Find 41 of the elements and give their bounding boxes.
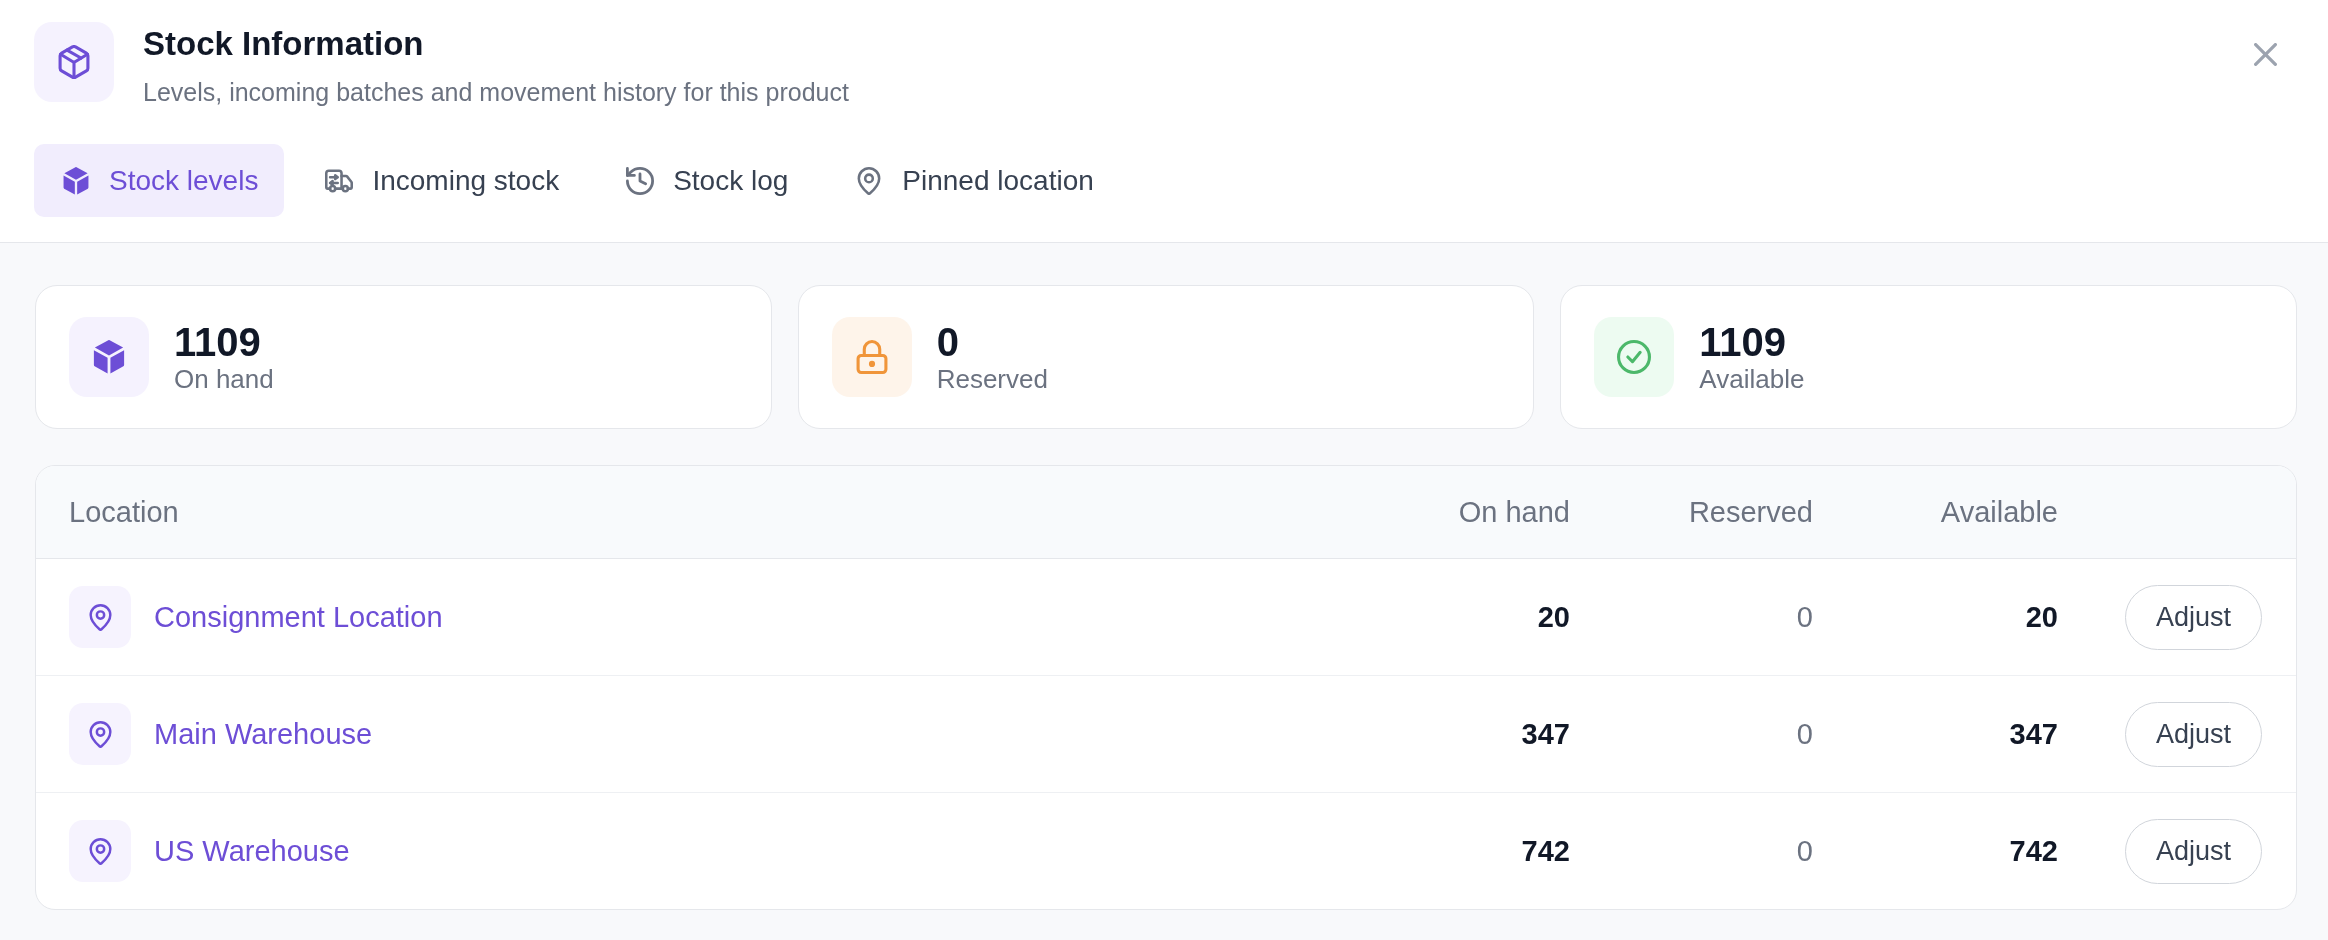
table-cell: 347 — [1521, 717, 1570, 751]
table-cell: 20 — [1537, 600, 1570, 634]
table-cell: 742 — [1521, 834, 1570, 868]
table-cell: 20 — [2025, 600, 2058, 634]
stat-label: Available — [1699, 364, 1805, 394]
tab[interactable]: Stock levels — [34, 144, 285, 217]
location-link[interactable]: Consignment Location — [154, 600, 443, 634]
location-link[interactable]: US Warehouse — [154, 834, 350, 868]
close-button[interactable] — [2254, 43, 2277, 66]
tab[interactable]: Pinned location — [827, 144, 1120, 217]
stat-value: 1109 — [1699, 320, 1788, 364]
table-cell: 0 — [1796, 600, 1813, 634]
table-cell: 347 — [2009, 717, 2058, 751]
adjust-button[interactable]: Adjust — [2125, 701, 2262, 767]
location-link[interactable]: Main Warehouse — [154, 717, 373, 751]
dialog-title: Stock Information — [143, 24, 425, 64]
column-header: On hand — [1458, 495, 1570, 529]
table-cell: 0 — [1796, 834, 1813, 868]
tab[interactable]: Stock log — [598, 144, 815, 217]
pin-icon — [69, 820, 131, 882]
table-cell: 742 — [2009, 834, 2058, 868]
close-icon — [2254, 43, 2277, 66]
cube-icon — [62, 166, 90, 195]
column-header: Location — [69, 495, 179, 528]
pin-icon — [69, 586, 131, 648]
stat-value: 0 — [936, 320, 960, 364]
pin-icon — [69, 703, 131, 765]
tab[interactable]: Incoming stock — [297, 144, 586, 217]
history-icon — [626, 166, 655, 195]
stat-label: Reserved — [936, 364, 1048, 394]
adjust-button[interactable]: Adjust — [2125, 584, 2262, 650]
column-header: Reserved — [1688, 495, 1813, 529]
cube-icon — [34, 22, 114, 102]
table-cell: 0 — [1796, 717, 1813, 751]
stat-label: On hand — [174, 364, 274, 394]
dialog-subtitle: Levels, incoming batches and movement history for this product — [143, 77, 850, 107]
column-header: Available — [1940, 495, 2058, 529]
adjust-button[interactable]: Adjust — [2125, 818, 2262, 884]
stat-value: 1109 — [174, 320, 262, 364]
cube-icon — [69, 317, 149, 397]
lock-icon — [831, 317, 912, 397]
